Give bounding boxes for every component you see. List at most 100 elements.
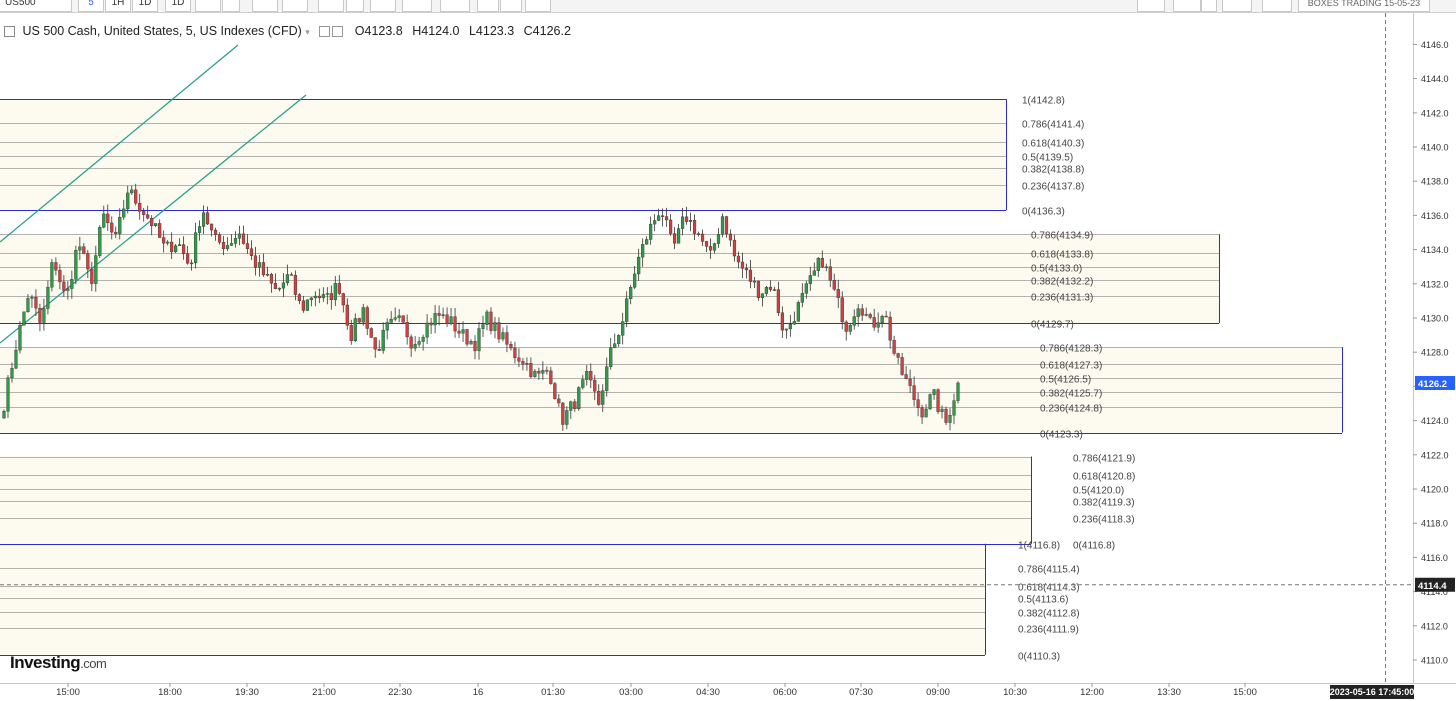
candle-down: [114, 231, 118, 234]
investing-logo-suffix: .com: [80, 656, 107, 671]
legend-dropdown-icon[interactable]: ▾: [305, 27, 310, 37]
candle-up: [712, 243, 717, 251]
candle-down: [86, 253, 90, 270]
candle-down: [944, 408, 948, 423]
candle-up: [928, 394, 932, 410]
candle-down: [573, 401, 577, 410]
candle-down: [297, 294, 301, 302]
fib-level-label: 0.786(4121.9): [1073, 454, 1135, 465]
chart-legend: US 500 Cash, United States, 5, US Indexe…: [4, 24, 571, 38]
fib-level-label: 0.786(4115.4): [1018, 565, 1080, 576]
candle-up: [178, 244, 182, 246]
candle-down: [301, 300, 305, 311]
candle-down: [896, 353, 900, 358]
candle-up: [70, 279, 74, 289]
candle-up: [501, 332, 505, 340]
price-tick-label: 4140.0: [1421, 143, 1449, 153]
price-chart[interactable]: 1(4142.8) 0.786(4141.4) 0.618(4140.3) 0.5(4…: [0, 0, 1456, 701]
candle-up: [381, 329, 385, 351]
candle-down: [744, 268, 749, 271]
legend-eye-icon[interactable]: [319, 26, 331, 38]
candle-up: [633, 273, 637, 288]
candle-down: [661, 215, 665, 217]
candle-down: [772, 289, 776, 291]
candle-down: [377, 348, 381, 351]
candle-up: [808, 275, 812, 284]
candle-up: [864, 314, 868, 316]
candle-down: [696, 233, 701, 235]
candle-down: [317, 295, 321, 299]
candle-up: [78, 246, 82, 251]
candle-down: [405, 322, 409, 338]
fib-level-label: 0.5(4113.6): [1018, 595, 1068, 606]
candle-up: [305, 299, 309, 311]
candle-down: [684, 216, 689, 222]
candle-up: [824, 266, 828, 268]
candle-up: [625, 298, 629, 322]
candle-down: [549, 370, 553, 384]
candle-up: [441, 314, 445, 316]
legend-collapse-icon[interactable]: [4, 26, 15, 38]
price-tick-label: 4120.0: [1421, 485, 1449, 495]
candle-up: [174, 245, 178, 253]
candle-up: [800, 293, 804, 303]
candle-down: [261, 262, 266, 276]
candle-up: [30, 296, 34, 299]
candle-down: [150, 217, 154, 226]
candle-down: [409, 336, 413, 349]
price-tick-label: 4146.0: [1421, 40, 1449, 50]
candle-up: [421, 336, 425, 342]
candle-down: [337, 283, 341, 294]
candle-up: [796, 302, 800, 322]
candle-down: [445, 314, 449, 325]
candle-up: [425, 322, 429, 338]
candle-up: [764, 286, 768, 294]
candle-up: [154, 223, 158, 226]
time-tick-label: 13:30: [1157, 687, 1181, 698]
candle-up: [309, 297, 313, 301]
candle-down: [589, 371, 593, 381]
time-tick-label: 07:30: [849, 687, 873, 698]
fib-box-4: [0, 456, 1031, 544]
candle-down: [768, 286, 772, 290]
fib-level-label: 0.382(4125.7): [1040, 389, 1102, 400]
fib-level-label: 0(4136.3): [1022, 207, 1065, 218]
candle-up: [621, 321, 625, 336]
candle-up: [541, 370, 545, 374]
price-tick-label: 4124.0: [1421, 416, 1449, 426]
candle-up: [617, 335, 621, 344]
candle-up: [361, 307, 365, 323]
fib-level-label: 0(4110.3): [1018, 652, 1060, 663]
candle-up: [385, 322, 389, 331]
candle-down: [293, 275, 297, 295]
candle-up: [680, 216, 685, 229]
candle-up: [932, 389, 936, 395]
candle-up: [333, 283, 337, 300]
candle-down: [90, 268, 94, 284]
candle-down: [186, 253, 190, 264]
candle-up: [281, 282, 286, 289]
candle-up: [812, 270, 816, 276]
candle-up: [760, 293, 765, 298]
candle-down: [249, 248, 254, 256]
candle-up: [130, 189, 134, 194]
candle-up: [788, 323, 792, 330]
fib-level-label: 0(4123.3): [1040, 430, 1083, 441]
fib-level-label: 0.382(4112.8): [1018, 609, 1080, 620]
candle-up: [485, 311, 489, 325]
candle-down: [868, 314, 872, 318]
candle-up: [26, 298, 30, 313]
legend-title: US 500 Cash, United States, 5, US Indexe…: [22, 24, 302, 38]
candle-up: [413, 344, 417, 349]
candle-up: [569, 401, 573, 411]
candle-down: [517, 357, 521, 362]
candle-down: [146, 214, 150, 219]
candle-up: [481, 324, 485, 329]
candle-down: [205, 212, 210, 225]
candle-down: [465, 329, 469, 345]
fib-level-label: 0.5(4139.5): [1022, 153, 1073, 164]
candle-up: [18, 325, 22, 351]
legend-settings-icon[interactable]: [332, 26, 344, 38]
time-tick-label: 15:00: [56, 687, 80, 698]
candle-up: [585, 371, 589, 380]
